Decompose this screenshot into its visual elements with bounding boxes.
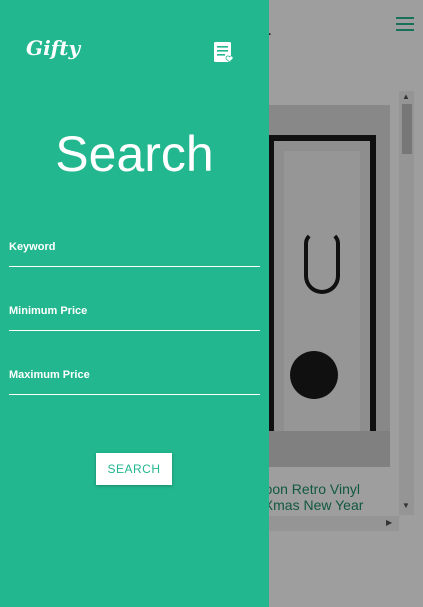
keyword-input[interactable]: [9, 243, 260, 265]
app-logo[interactable]: Gifty: [26, 36, 80, 60]
minimum-price-field[interactable]: Minimum Price: [9, 305, 260, 331]
search-button[interactable]: SEARCH: [96, 453, 172, 485]
wishlist-icon[interactable]: [213, 41, 235, 63]
maximum-price-input[interactable]: [9, 371, 260, 393]
keyword-underline: [9, 266, 260, 267]
minimum-price-underline: [9, 330, 260, 331]
maximum-price-field[interactable]: Maximum Price: [9, 369, 260, 395]
minimum-price-input[interactable]: [9, 307, 260, 329]
maximum-price-underline: [9, 394, 260, 395]
search-heading: Search: [55, 126, 214, 182]
keyword-field[interactable]: Keyword: [9, 241, 260, 267]
search-drawer: Gifty Search Keyword Minimum Price Maxim…: [0, 0, 269, 607]
